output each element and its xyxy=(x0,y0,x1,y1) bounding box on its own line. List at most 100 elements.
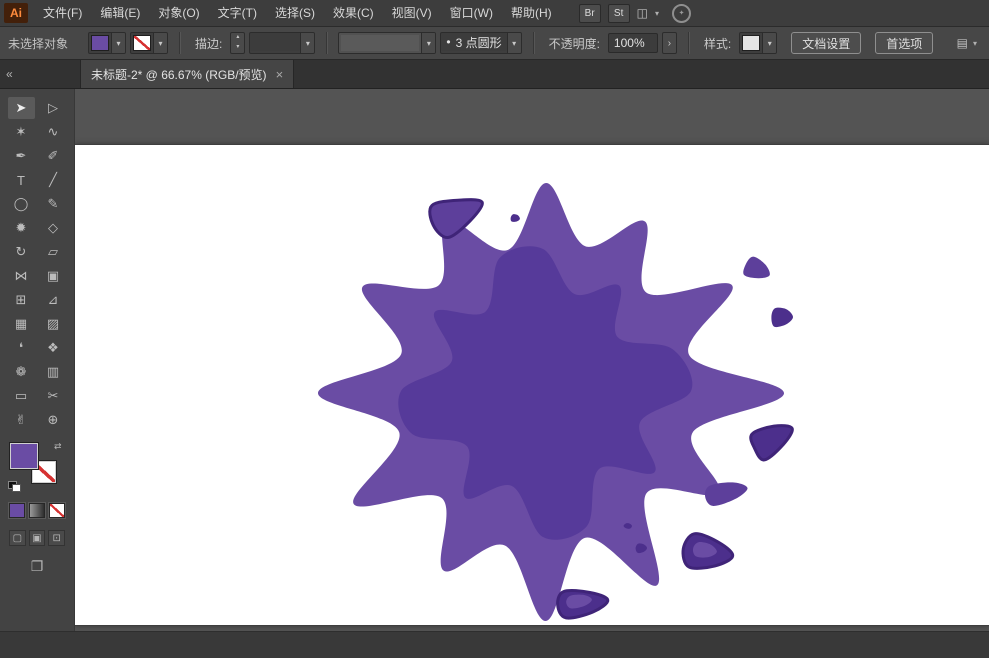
tool-type[interactable]: T xyxy=(8,169,35,191)
gradient-mode-button[interactable] xyxy=(29,503,45,518)
chevron-down-icon: ▾ xyxy=(111,33,126,53)
tool-scale[interactable]: ▱ xyxy=(40,241,67,263)
chevron-down-icon[interactable]: ▾ xyxy=(973,39,977,48)
stroke-weight-value[interactable] xyxy=(250,33,301,51)
draw-normal-button[interactable]: ▢ xyxy=(9,530,26,546)
pasteboard[interactable] xyxy=(75,89,989,631)
menu-file[interactable]: 文件(F) xyxy=(34,0,91,26)
tool-paintbrush[interactable]: ✐ xyxy=(40,145,67,167)
stroke-weight-label: 描边: xyxy=(195,36,223,51)
panel-list-icon[interactable]: ▤ xyxy=(957,36,968,50)
tool-blend[interactable]: ❖ xyxy=(40,337,67,359)
stroke-color-dropdown[interactable]: ▾ xyxy=(130,32,169,54)
default-stroke-square xyxy=(12,484,21,492)
control-panel-menu: ▤ ▾ xyxy=(957,36,981,50)
menu-type[interactable]: 文字(T) xyxy=(209,0,266,26)
document-tab[interactable]: 未标题-2* @ 66.67% (RGB/预览) × xyxy=(80,60,295,88)
tool-direct-selection[interactable]: ▷ xyxy=(40,97,67,119)
brush-preview-dot-icon: • xyxy=(446,35,451,49)
menu-view[interactable]: 视图(V) xyxy=(383,0,441,26)
illustrator-window: Ai 文件(F) 编辑(E) 对象(O) 文字(T) 选择(S) 效果(C) 视… xyxy=(0,0,989,658)
opacity-input[interactable]: 100% xyxy=(607,33,658,53)
stepper-down-icon[interactable]: ▾ xyxy=(231,43,244,53)
fill-color-dropdown[interactable]: ▾ xyxy=(88,32,127,54)
menu-edit[interactable]: 编辑(E) xyxy=(91,0,149,26)
stroke-weight-dropdown[interactable]: ▾ xyxy=(249,32,316,54)
swap-fill-stroke-icon[interactable]: ⇄ xyxy=(54,441,62,452)
chevron-down-icon: ▾ xyxy=(153,33,168,53)
drawing-mode-buttons: ▢ ▣ ⊡ xyxy=(9,530,66,546)
width-profile-dropdown[interactable]: ▾ xyxy=(338,32,437,54)
tool-ellipse[interactable]: ◯ xyxy=(8,193,35,215)
stepper-up-icon[interactable]: ▴ xyxy=(231,33,244,43)
stroke-weight-stepper[interactable]: ▴ ▾ xyxy=(230,32,246,54)
control-bar: 未选择对象 ▾ ▾ 描边: ▴ ▾ ▾ ▾ • 3 点圆形 ▾ 不透明度: 10… xyxy=(0,27,989,60)
default-fill-stroke-icon[interactable] xyxy=(8,481,21,492)
chevron-down-icon: ▾ xyxy=(421,33,436,53)
collapse-panels-icon[interactable]: « xyxy=(0,60,80,88)
tool-blob-brush[interactable]: ✹ xyxy=(8,217,35,239)
fill-stroke-indicator: ⇄ xyxy=(8,441,66,492)
workspace: ➤ ▷ ✶ ∿ ✒ ✐ T ╱ ◯ ✎ ✹ ◇ ↻ ▱ ⋈ ▣ ⊞ ⊿ ▦ ▨ ❛ ❖ ❁ ▥ ▭ ✂ ✌ ⊕ ⇄ ▢ xyxy=(0,89,989,631)
paint-splatter xyxy=(317,182,794,622)
tool-rotate[interactable]: ↻ xyxy=(8,241,35,263)
tool-zoom[interactable]: ⊕ xyxy=(40,409,67,431)
tool-artboard[interactable]: ▭ xyxy=(8,385,35,407)
status-bar xyxy=(0,631,989,658)
bridge-button[interactable]: Br xyxy=(578,3,601,23)
draw-inside-button[interactable]: ⊡ xyxy=(48,530,66,546)
tool-column-graph[interactable]: ▥ xyxy=(40,361,67,383)
style-dropdown[interactable]: ▾ xyxy=(739,32,778,54)
draw-behind-button[interactable]: ▣ xyxy=(28,530,46,546)
preferences-button[interactable]: 首选项 xyxy=(875,32,934,54)
tool-mesh[interactable]: ▦ xyxy=(8,313,35,335)
opacity-label: 不透明度: xyxy=(548,36,600,51)
tool-width-tool[interactable]: ⋈ xyxy=(8,265,35,287)
opacity-panel-arrow[interactable]: › xyxy=(661,32,677,54)
none-mode-button[interactable] xyxy=(49,503,65,518)
screen-mode-button[interactable]: ❐ xyxy=(31,558,44,575)
separator xyxy=(179,32,181,54)
tool-selection[interactable]: ➤ xyxy=(7,97,35,119)
tool-pencil[interactable]: ✎ xyxy=(40,193,67,215)
menu-bar: Ai 文件(F) 编辑(E) 对象(O) 文字(T) 选择(S) 效果(C) 视… xyxy=(0,0,989,27)
separator xyxy=(532,32,534,54)
tool-hand[interactable]: ✌ xyxy=(8,409,35,431)
menu-select[interactable]: 选择(S) xyxy=(266,0,324,26)
tool-eyedropper[interactable]: ❛ xyxy=(8,337,35,359)
chevron-down-icon: ▾ xyxy=(762,33,777,53)
tool-gradient[interactable]: ▨ xyxy=(40,313,67,335)
cs-live-icon[interactable]: ✦ xyxy=(672,3,692,23)
artboard[interactable] xyxy=(75,144,989,626)
width-profile-preview xyxy=(341,35,420,51)
document-setup-button[interactable]: 文档设置 xyxy=(791,32,862,54)
tool-symbol-sprayer[interactable]: ❁ xyxy=(8,361,35,383)
tool-perspective-grid[interactable]: ⊿ xyxy=(40,289,67,311)
app-logo-icon[interactable]: Ai xyxy=(4,3,28,23)
menu-help[interactable]: 帮助(H) xyxy=(502,0,561,26)
tool-free-transform[interactable]: ▣ xyxy=(40,265,67,287)
tool-pen[interactable]: ✒ xyxy=(8,145,35,167)
tool-line-segment[interactable]: ╱ xyxy=(40,169,67,191)
tool-eraser[interactable]: ◇ xyxy=(40,217,67,239)
tool-magic-wand[interactable]: ✶ xyxy=(8,121,35,143)
chevron-down-icon: ▾ xyxy=(506,33,521,53)
color-mode-button[interactable] xyxy=(9,503,25,518)
tool-shape-builder[interactable]: ⊞ xyxy=(8,289,35,311)
menu-object[interactable]: 对象(O) xyxy=(149,0,208,26)
arrange-documents-icon[interactable]: ◫ xyxy=(637,6,648,20)
brush-definition-dropdown[interactable]: • 3 点圆形 ▾ xyxy=(440,32,522,54)
menu-window[interactable]: 窗口(W) xyxy=(441,0,502,26)
close-icon[interactable]: × xyxy=(276,68,284,81)
stock-button[interactable]: St xyxy=(607,3,630,23)
fill-swatch[interactable] xyxy=(10,443,38,469)
chevron-down-icon[interactable]: ▾ xyxy=(655,9,659,18)
tool-slice[interactable]: ✂ xyxy=(40,385,67,407)
tool-grid: ➤ ▷ ✶ ∿ ✒ ✐ T ╱ ◯ ✎ ✹ ◇ ↻ ▱ ⋈ ▣ ⊞ ⊿ ▦ ▨ ❛ ❖ ❁ ▥ ▭ ✂ ✌ ⊕ xyxy=(7,89,67,431)
style-label: 样式: xyxy=(703,36,732,51)
tool-lasso[interactable]: ∿ xyxy=(40,121,67,143)
menu-effect[interactable]: 效果(C) xyxy=(324,0,383,26)
chevron-down-icon: ▾ xyxy=(300,33,315,53)
stroke-none-swatch xyxy=(133,35,152,51)
document-tab-title: 未标题-2* @ 66.67% (RGB/预览) xyxy=(91,67,267,82)
